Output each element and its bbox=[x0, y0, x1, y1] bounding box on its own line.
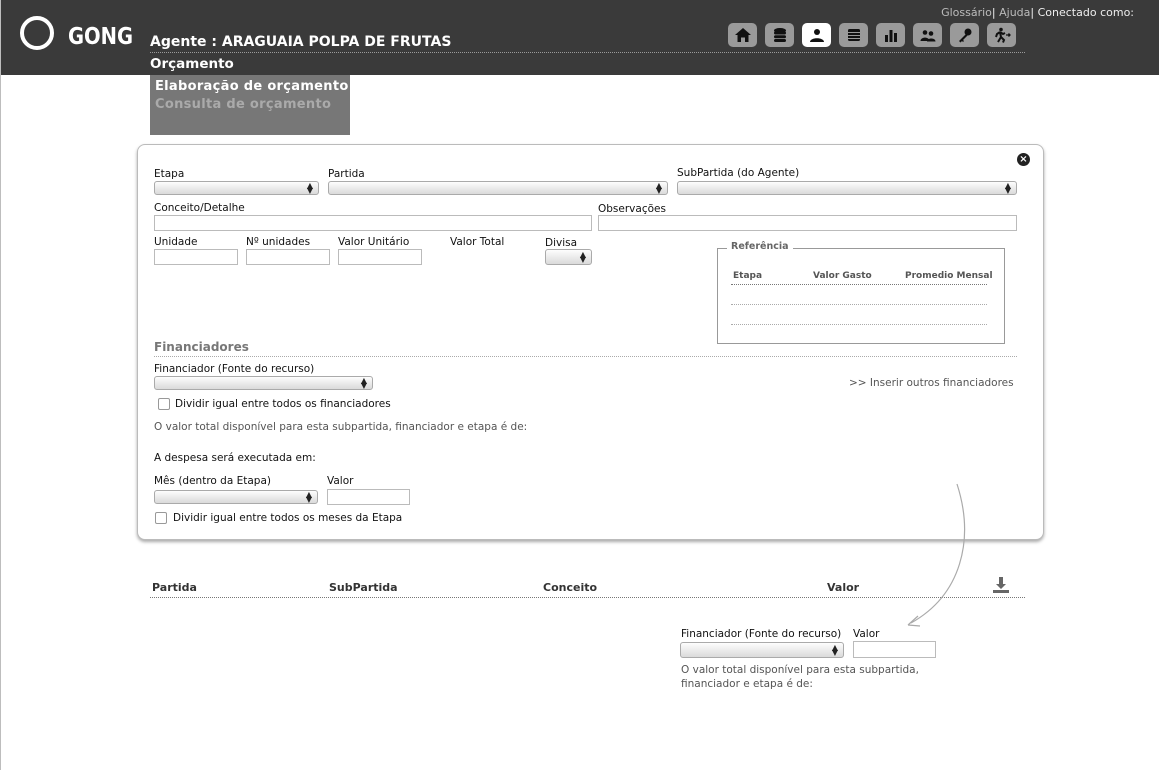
pointer-arrow-icon bbox=[907, 483, 966, 627]
mes-label: Mês (dentro da Etapa) bbox=[154, 475, 271, 487]
financiadores-title: Financiadores bbox=[154, 340, 249, 354]
observacoes-input[interactable] bbox=[598, 215, 1017, 231]
conceito-label: Conceito/Detalhe bbox=[154, 202, 245, 214]
col-header-partida[interactable]: Partida bbox=[152, 581, 197, 594]
user-icon bbox=[809, 29, 824, 42]
header-divider bbox=[150, 52, 1025, 53]
database-button[interactable] bbox=[765, 23, 794, 47]
mes-valor-input[interactable] bbox=[327, 489, 410, 505]
exit-icon bbox=[994, 27, 1011, 43]
lower-text-line1: O valor total disponível para esta subpa… bbox=[681, 664, 919, 676]
top-header: GONG Agente : ARAGUAIA POLPA DE FRUTAS O… bbox=[1, 0, 1159, 75]
valor-total-disponivel-text: O valor total disponível para esta subpa… bbox=[154, 421, 528, 433]
logo-text: GONG bbox=[68, 24, 134, 50]
download-icon bbox=[993, 577, 1009, 593]
financiador-label: Financiador (Fonte do recurso) bbox=[154, 363, 315, 375]
lower-financiador-label: Financiador (Fonte do recurso) bbox=[681, 628, 842, 640]
divisa-label: Divisa bbox=[545, 237, 578, 249]
referencia-box: Referência Etapa Valor Gasto Promedio Me… bbox=[717, 241, 1005, 344]
lower-valor-label: Valor bbox=[853, 628, 880, 640]
link-separator: | bbox=[991, 6, 996, 19]
agent-title: Agente : ARAGUAIA POLPA DE FRUTAS bbox=[150, 34, 452, 50]
key-icon bbox=[958, 28, 971, 43]
valor-total-label: Valor Total bbox=[450, 236, 505, 248]
unidade-label: Unidade bbox=[154, 236, 198, 248]
glossary-link[interactable]: Glossário bbox=[941, 6, 992, 19]
financiadores-divider bbox=[154, 356, 1017, 357]
select-arrows-icon: ▲ ▼ bbox=[306, 181, 313, 195]
logout-button[interactable] bbox=[987, 23, 1016, 47]
referencia-legend: Referência bbox=[727, 241, 793, 252]
users-icon bbox=[920, 30, 935, 42]
divisa-select[interactable]: ▲ ▼ bbox=[545, 249, 592, 265]
budget-submenu: Elaboração de orçamento Consulta de orça… bbox=[150, 75, 350, 135]
subpartida-label: SubPartida (do Agente) bbox=[677, 167, 800, 179]
col-header-subpartida[interactable]: SubPartida bbox=[329, 581, 398, 594]
valor-unitario-label: Valor Unitário bbox=[338, 236, 410, 248]
unidade-input[interactable] bbox=[154, 249, 238, 265]
top-links: Glossário| Ajuda| Conectado como: bbox=[941, 6, 1134, 19]
gong-logo-icon bbox=[20, 16, 54, 50]
home-icon bbox=[734, 28, 751, 42]
mes-select[interactable]: ▲ ▼ bbox=[154, 490, 318, 504]
financiador-select[interactable]: ▲ ▼ bbox=[154, 376, 373, 390]
n-unidades-input[interactable] bbox=[246, 249, 330, 265]
partida-select[interactable]: ▲ ▼ bbox=[328, 181, 668, 195]
users-button[interactable] bbox=[913, 23, 942, 47]
help-link[interactable]: Ajuda bbox=[999, 6, 1030, 19]
partida-label: Partida bbox=[328, 168, 365, 180]
lower-financiador-select[interactable]: ▲ ▼ bbox=[680, 642, 844, 658]
book-icon bbox=[847, 29, 860, 41]
agent-button[interactable] bbox=[802, 23, 831, 47]
reports-button[interactable] bbox=[876, 23, 905, 47]
etapa-select[interactable]: ▲ ▼ bbox=[154, 181, 319, 195]
download-button[interactable] bbox=[992, 576, 1010, 594]
select-arrows-icon: ▲ ▼ bbox=[579, 250, 586, 264]
etapa-label: Etapa bbox=[154, 168, 185, 180]
mes-valor-label: Valor bbox=[327, 475, 354, 487]
ref-row-line bbox=[731, 304, 987, 305]
ref-row-line bbox=[731, 324, 987, 325]
home-button[interactable] bbox=[728, 23, 757, 47]
ref-col-promedio-mensal: Promedio Mensal bbox=[905, 271, 993, 281]
select-arrows-icon: ▲ ▼ bbox=[1004, 181, 1011, 195]
despesa-label: A despesa será executada em: bbox=[154, 452, 316, 464]
valor-unitario-input[interactable] bbox=[338, 249, 422, 265]
connected-as-label: Conectado como: bbox=[1037, 6, 1134, 19]
ref-col-etapa: Etapa bbox=[733, 271, 763, 281]
select-arrows-icon: ▲ ▼ bbox=[305, 490, 312, 504]
submenu-item-consulta[interactable]: Consulta de orçamento bbox=[155, 97, 331, 112]
col-header-valor[interactable]: Valor bbox=[827, 581, 859, 594]
dividir-meses-checkbox[interactable] bbox=[155, 512, 167, 524]
subpartida-select[interactable]: ▲ ▼ bbox=[677, 181, 1017, 195]
conceito-input[interactable] bbox=[154, 215, 592, 231]
col-header-conceito[interactable]: Conceito bbox=[543, 581, 597, 594]
n-unidades-label: Nº unidades bbox=[246, 236, 311, 248]
select-arrows-icon: ▲ ▼ bbox=[831, 643, 838, 657]
inserir-financiadores-link[interactable]: >> Inserir outros financiadores bbox=[849, 377, 1014, 389]
link-separator: | bbox=[1030, 6, 1035, 19]
dividir-meses-label: Dividir igual entre todos os meses da Et… bbox=[173, 512, 403, 524]
observacoes-label: Observações bbox=[598, 203, 666, 215]
bar-chart-icon bbox=[884, 30, 897, 42]
database-icon bbox=[773, 28, 786, 42]
submenu-item-elaboracao[interactable]: Elaboração de orçamento bbox=[155, 79, 349, 94]
book-button[interactable] bbox=[839, 23, 868, 47]
lower-valor-input[interactable] bbox=[853, 641, 936, 658]
dividir-financiadores-checkbox[interactable] bbox=[158, 398, 170, 410]
dividir-financiadores-label: Dividir igual entre todos os financiador… bbox=[175, 398, 391, 410]
lower-text-line2: financiador e etapa é de: bbox=[681, 678, 813, 690]
ref-header-line bbox=[731, 284, 987, 285]
close-icon[interactable]: × bbox=[1017, 153, 1030, 166]
section-title: Orçamento bbox=[150, 56, 234, 72]
ref-col-valor-gasto: Valor Gasto bbox=[813, 271, 872, 281]
permissions-button[interactable] bbox=[950, 23, 979, 47]
select-arrows-icon: ▲ ▼ bbox=[360, 376, 367, 390]
select-arrows-icon: ▲ ▼ bbox=[655, 181, 662, 195]
